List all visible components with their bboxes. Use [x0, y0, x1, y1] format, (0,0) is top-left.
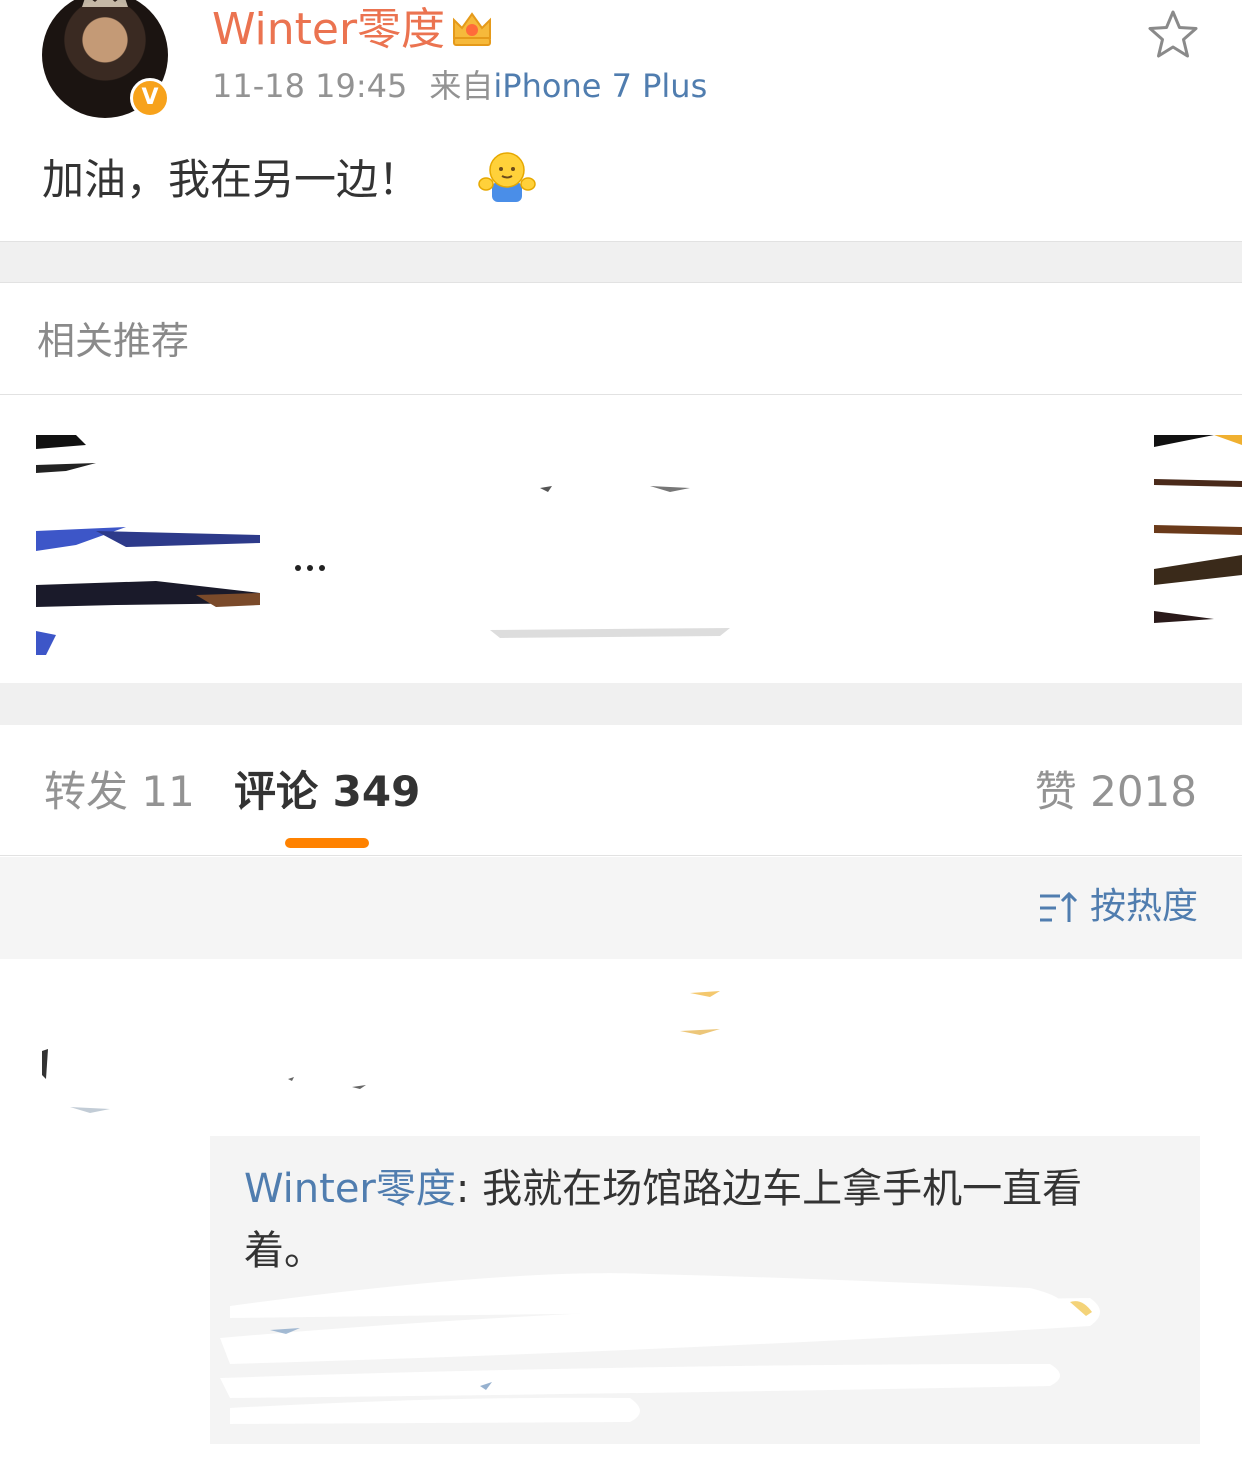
recommend-section-title: 相关推荐 — [37, 319, 190, 363]
divider — [0, 855, 1242, 856]
sort-by-hot-button[interactable]: 按热度 — [1090, 884, 1198, 930]
section-gap — [0, 683, 1242, 725]
tab-repost[interactable]: 转发 11 — [44, 766, 195, 818]
tab-like[interactable]: 赞 2018 — [1035, 766, 1197, 818]
star-icon[interactable] — [1146, 8, 1200, 62]
post-author-name[interactable]: Winter零度 — [212, 4, 445, 56]
reply-redacted — [220, 1273, 1100, 1424]
crown-icon — [82, 0, 128, 7]
sort-icon[interactable] — [1038, 890, 1078, 926]
reply-separator: : — [455, 1166, 483, 1212]
recommend-thumbnail-redacted[interactable] — [1154, 435, 1242, 623]
recommend-thumbnail-redacted[interactable] — [36, 435, 260, 655]
post-source-device[interactable]: iPhone 7 Plus — [493, 67, 707, 105]
hug-emoji-icon — [478, 152, 536, 202]
section-gap — [0, 242, 1242, 282]
verified-icon: V — [130, 78, 170, 118]
vip-crown-icon[interactable] — [450, 8, 494, 48]
reply-text: Winter零度: 我就在场馆路边车上拿手机一直看着。 — [244, 1158, 1144, 1282]
recommend-text-redacted — [295, 486, 730, 638]
post-body-text: 加油，我在另一边！ — [42, 155, 421, 204]
post-source-label: 来自 — [429, 67, 494, 105]
post-meta: 11-18 19:45 来自iPhone 7 Plus — [212, 66, 707, 106]
reply-author-link[interactable]: Winter零度 — [244, 1166, 456, 1212]
comment-redacted — [42, 991, 720, 1113]
post-timestamp: 11-18 19:45 — [212, 67, 408, 105]
divider — [0, 282, 1242, 283]
active-tab-indicator — [285, 838, 369, 848]
tab-comment[interactable]: 评论 349 — [234, 766, 420, 818]
